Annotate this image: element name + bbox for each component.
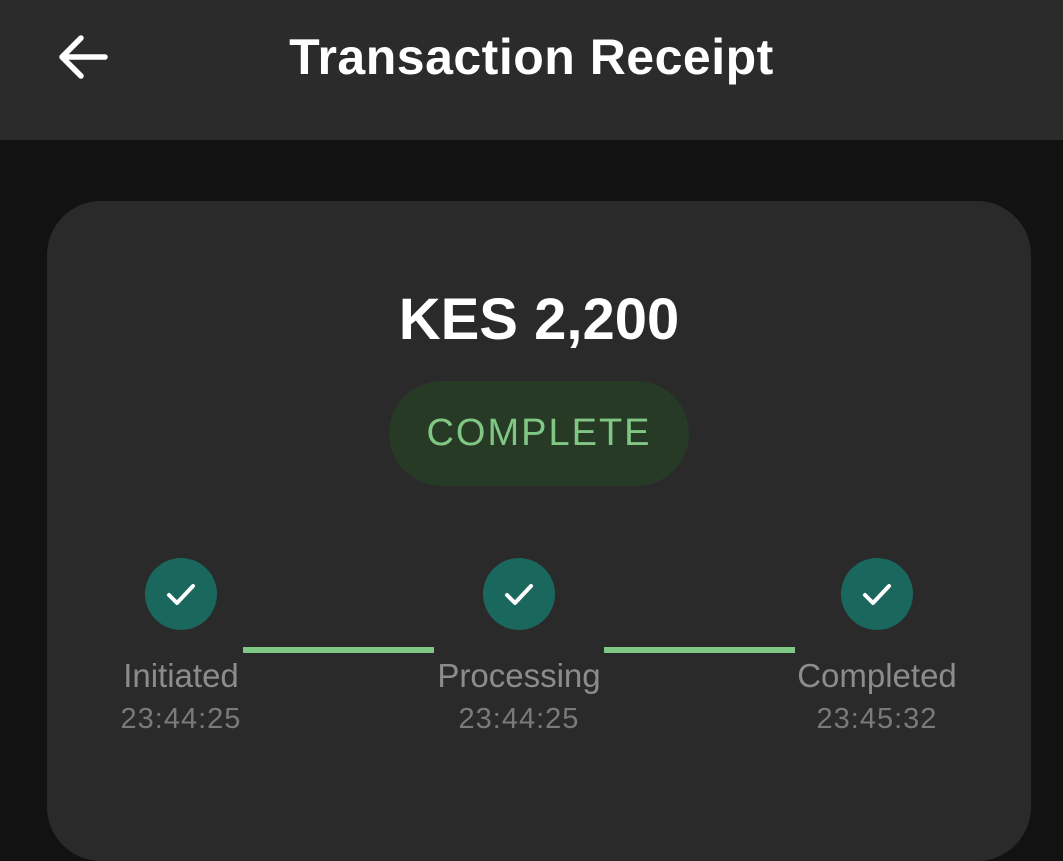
check-icon	[863, 584, 891, 605]
step-time: 23:45:32	[816, 703, 938, 735]
step-connector	[243, 647, 434, 653]
step-time: 23:44:25	[120, 703, 242, 735]
transaction-amount: KES 2,200	[398, 287, 680, 352]
step-connector	[604, 647, 795, 653]
status-badge: COMPLETE	[389, 381, 689, 486]
step-label: Initiated	[123, 657, 239, 694]
step-time: 23:44:25	[458, 703, 580, 735]
step-initiated-indicator	[145, 558, 217, 630]
step-label: Completed	[797, 657, 957, 694]
step-processing-indicator	[483, 558, 555, 630]
page-title: Transaction Receipt	[289, 29, 774, 85]
receipt-card: KES 2,200 COMPLETE Initiated 23:44:25 Pr…	[47, 201, 1031, 861]
step-completed-indicator	[841, 558, 913, 630]
step-label: Processing	[437, 657, 601, 694]
check-icon	[505, 584, 533, 605]
app-bar: Transaction Receipt	[0, 0, 1063, 140]
check-icon	[167, 584, 195, 605]
